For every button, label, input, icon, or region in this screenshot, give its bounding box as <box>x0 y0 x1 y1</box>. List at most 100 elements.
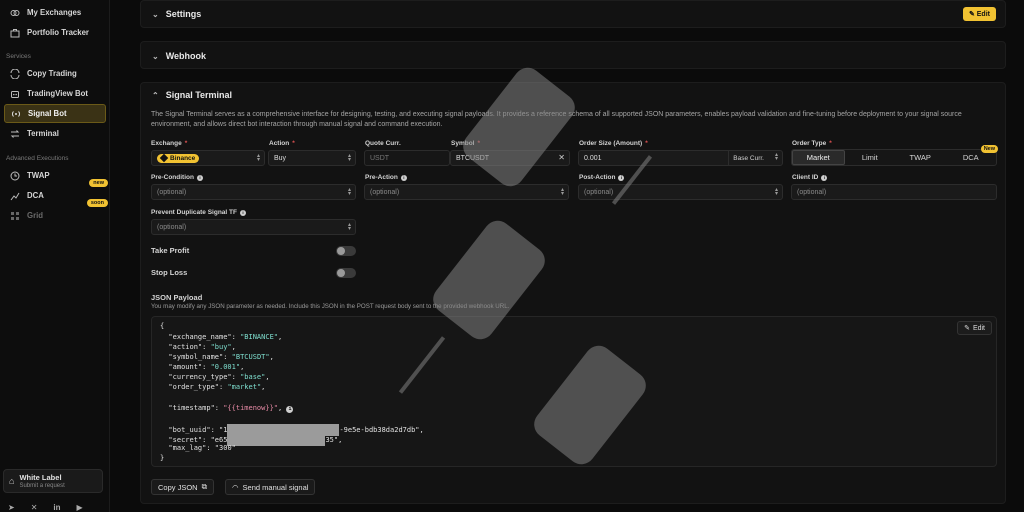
sidebar-item-label: Portfolio Tracker <box>27 28 89 37</box>
pre-condition-select[interactable]: (optional) ▴ ▾ <box>151 184 356 200</box>
take-profit-toggle[interactable] <box>336 246 356 256</box>
pencil-icon: ✎ <box>964 325 970 332</box>
base-currency-select[interactable]: Base Curr. ▴ ▾ <box>728 151 782 165</box>
exchange-select[interactable]: Binance ▴ ▾ <box>151 150 265 166</box>
post-action-select[interactable]: (optional) ▴ ▾ <box>578 184 783 200</box>
order-type-label: Order Type * <box>792 140 832 147</box>
order-type-twap[interactable]: TWAP <box>895 150 946 165</box>
send-manual-signal-button[interactable]: ◠ Send manual signal <box>225 479 316 495</box>
copy-icon: ⧉ <box>201 482 207 491</box>
settings-edit-button[interactable]: ✎ Edit <box>962 7 996 21</box>
sidebar: My Exchanges Portfolio Tracker Services … <box>0 0 110 512</box>
redacted-block <box>227 434 326 446</box>
symbol-input[interactable]: BTCUSDT ✕ <box>450 150 570 166</box>
chevron-down-icon: ⌄ <box>152 9 159 19</box>
take-profit-label: Take Profit <box>151 246 190 255</box>
sidebar-item-label: Signal Bot <box>28 109 67 118</box>
sidebar-item-grid: Grid soon <box>4 199 108 225</box>
exchange-chip: Binance <box>157 153 200 163</box>
signal-terminal-description: The Signal Terminal serves as a comprehe… <box>151 111 962 128</box>
white-label-title: White Label <box>19 473 62 482</box>
client-id-input[interactable]: (optional) <box>791 184 997 200</box>
social-links: ➤ ✕ in ▶ <box>8 503 83 512</box>
prevent-duplicate-label: Prevent Duplicate Signal TF i <box>151 209 246 216</box>
clear-icon[interactable]: ✕ <box>558 153 565 162</box>
pencil-icon: ✎ <box>968 11 975 18</box>
sidebar-item-label: TWAP <box>27 171 50 180</box>
copy-json-button[interactable]: Copy JSON ⧉ <box>151 479 214 495</box>
stop-loss-toggle[interactable] <box>336 268 356 278</box>
white-label-card[interactable]: ⌂ White Label Submit a request <box>3 469 103 493</box>
webhook-header[interactable]: ⌄ Webhook <box>141 42 1005 70</box>
select-arrows-icon: ▴ ▾ <box>256 153 260 163</box>
json-code-editor[interactable]: ✎ Edit { "exchange_name": "BINANCE", "act… <box>151 316 997 467</box>
action-select[interactable]: Buy ▴ ▾ <box>268 150 356 166</box>
dca-icon <box>10 191 20 201</box>
select-arrows-icon: ▴ ▾ <box>347 222 351 232</box>
sidebar-item-label: Grid <box>27 211 44 220</box>
sidebar-item-terminal[interactable]: Terminal <box>4 124 106 143</box>
sidebar-item-portfolio-tracker[interactable]: Portfolio Tracker <box>4 23 106 42</box>
services-section-label: Services <box>6 53 31 60</box>
sidebar-item-label: My Exchanges <box>27 8 82 17</box>
json-payload-title: JSON Payload <box>151 293 203 302</box>
signal-terminal-panel: ⌃ Signal Terminal The Signal Terminal se… <box>140 82 1006 504</box>
advanced-section-label: Advanced Executions <box>6 155 69 162</box>
pre-action-label: Pre-Action i <box>365 174 407 181</box>
signal-icon <box>11 109 21 119</box>
json-symbol-name: "BTCUSDT" <box>231 353 270 361</box>
stop-loss-label: Stop Loss <box>151 268 188 277</box>
json-payload-subtitle: You may modify any JSON parameter as nee… <box>151 303 510 310</box>
signal-terminal-header[interactable]: ⌃ Signal Terminal <box>141 83 1005 107</box>
json-exchange-name: "BINANCE" <box>240 333 279 341</box>
tag-icon: ⌂ <box>9 476 15 486</box>
sidebar-item-tradingview-bot[interactable]: TradingView Bot <box>4 84 106 103</box>
settings-header[interactable]: ⌄ Settings <box>141 1 1005 27</box>
pre-condition-label: Pre-Condition i <box>151 174 203 181</box>
action-label: Action * <box>269 140 295 147</box>
post-action-label: Post-Action i <box>579 174 625 181</box>
chevron-up-icon: ⌃ <box>152 90 159 100</box>
x-icon[interactable]: ✕ <box>31 503 38 512</box>
pre-action-select[interactable]: (optional) ▴ ▾ <box>364 184 569 200</box>
telegram-icon[interactable]: ➤ <box>8 503 15 512</box>
sidebar-item-label: TradingView Bot <box>27 89 88 98</box>
client-id-label: Client ID i <box>792 174 828 181</box>
select-arrows-icon: ▴ ▾ <box>347 187 351 197</box>
sidebar-item-label: Copy Trading <box>27 69 77 78</box>
prevent-duplicate-select[interactable]: (optional) ▴ ▾ <box>151 219 356 235</box>
info-icon: i <box>400 174 407 181</box>
sidebar-item-copy-trading[interactable]: Copy Trading <box>4 64 106 83</box>
order-type-limit[interactable]: Limit <box>845 150 896 165</box>
sidebar-item-signal-bot[interactable]: Signal Bot <box>4 104 106 123</box>
settings-title: Settings <box>165 9 202 19</box>
grid-icon <box>10 211 20 221</box>
sidebar-item-label: Terminal <box>27 129 59 138</box>
sidebar-item-my-exchanges[interactable]: My Exchanges <box>4 3 106 22</box>
copy-trading-icon <box>10 68 20 79</box>
tradingview-icon <box>10 89 20 99</box>
twap-icon <box>10 171 20 181</box>
order-type-market[interactable]: Market <box>792 150 845 165</box>
youtube-icon[interactable]: ▶ <box>77 503 83 512</box>
linkedin-icon[interactable]: in <box>53 503 60 512</box>
soon-badge: soon <box>86 199 108 207</box>
order-type-segmented: Market Limit TWAP DCA New <box>791 145 998 166</box>
json-amount: "0.001" <box>210 363 241 371</box>
white-label-subtitle: Submit a request <box>19 483 65 489</box>
signal-terminal-title: Signal Terminal <box>165 90 233 100</box>
portfolio-icon <box>10 28 20 38</box>
json-edit-button[interactable]: ✎ Edit <box>957 321 992 335</box>
select-arrows-icon: ▴ ▾ <box>774 152 778 162</box>
select-arrows-icon: ▴ ▾ <box>774 187 778 197</box>
symbol-label: Symbol * <box>451 140 481 147</box>
select-arrows-icon: ▴ ▾ <box>560 187 564 197</box>
chevron-down-icon: ⌄ <box>152 51 159 61</box>
new-badge: new <box>89 179 108 187</box>
exchange-label: Exchange * <box>151 140 188 147</box>
json-action: "buy" <box>210 343 232 351</box>
sidebar-item-label: DCA <box>27 191 44 200</box>
binance-logo-icon <box>159 153 169 163</box>
order-size-input[interactable]: 0.001 Base Curr. ▴ ▾ <box>578 150 783 166</box>
quote-currency-label: Quote Curr. <box>365 140 401 147</box>
